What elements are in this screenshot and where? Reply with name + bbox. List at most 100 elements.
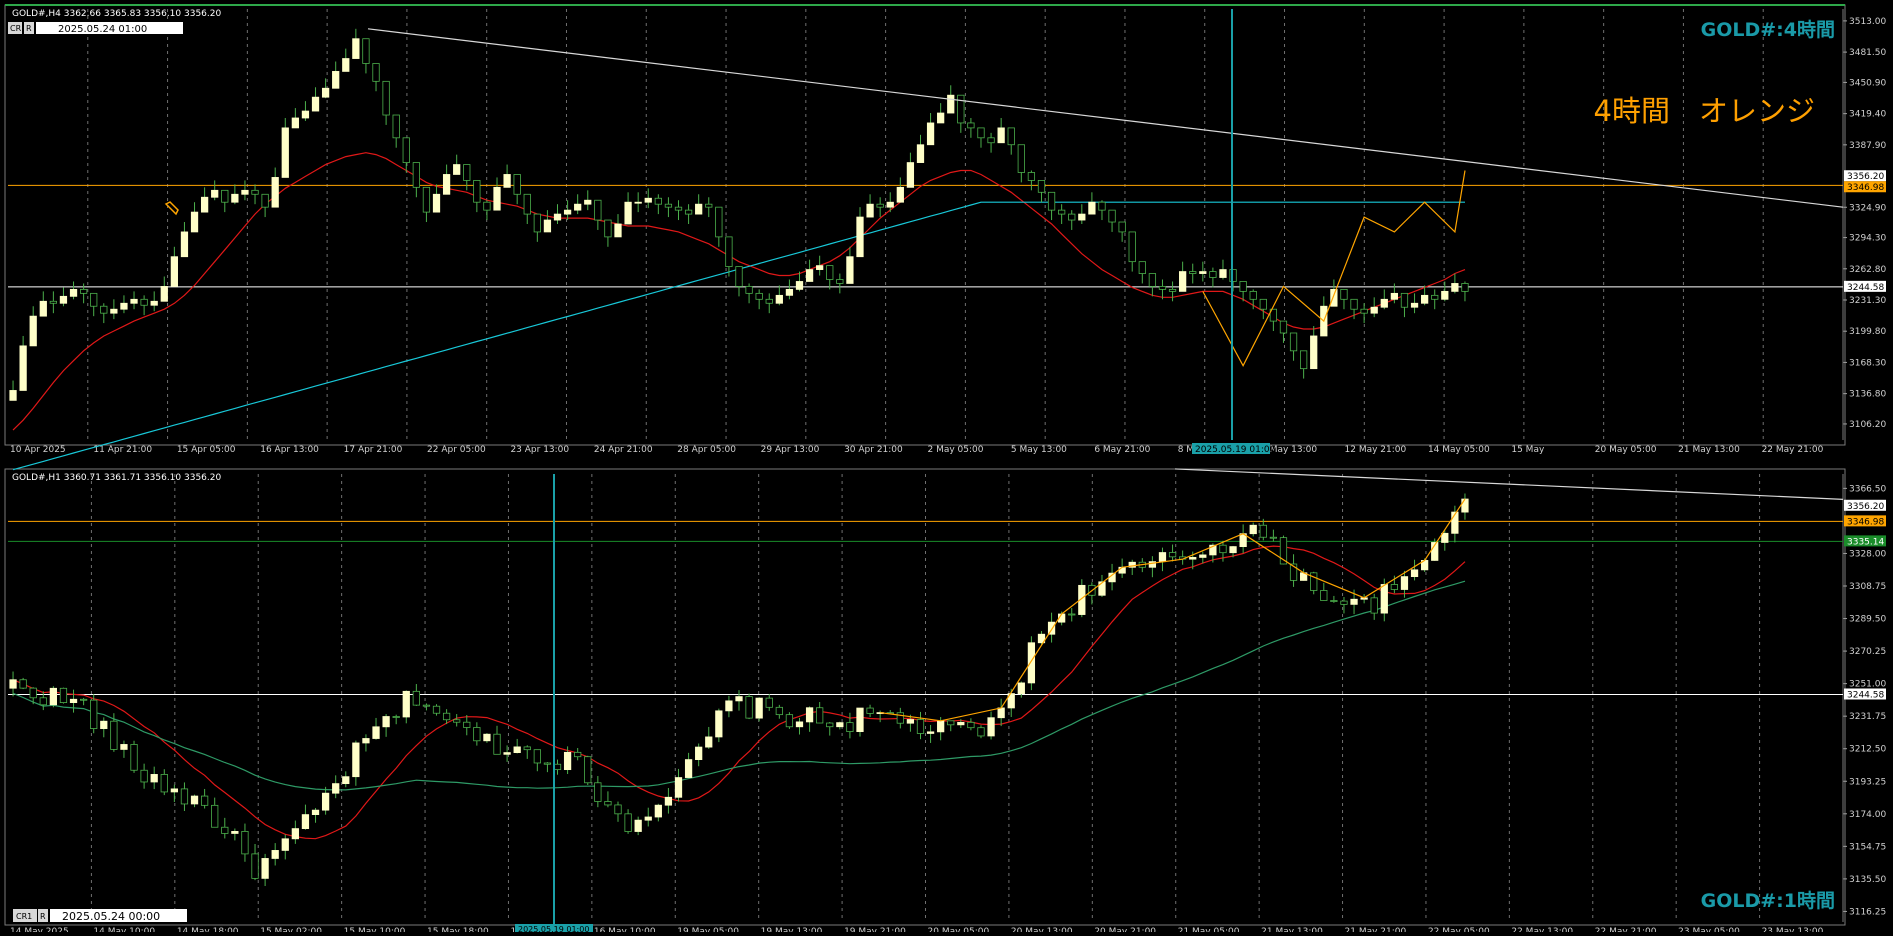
bear-candle [523,193,531,215]
bull-candle [846,256,854,284]
bear-candle [463,164,471,181]
bear-candle [684,209,693,215]
bull-candle [271,177,279,208]
bear-candle [1118,221,1126,233]
bear-candle [594,782,602,802]
bull-candle [241,189,249,195]
x-axis-tick-label: 22 May 05:00 [1428,927,1490,932]
bull-candle [795,281,804,290]
bull-candle [180,231,189,258]
bull-candle [816,265,824,270]
bear-candle [483,201,491,211]
bull-candle [937,112,945,124]
x-axis-tick-label: 21 May 13:00 [1678,445,1740,455]
bear-candle [826,265,834,280]
bull-candle [271,850,279,859]
x-axis-tick-label: 19 May 21:00 [844,927,906,932]
bull-candle [29,315,37,347]
bull-candle [543,219,552,233]
bear-candle [251,853,259,879]
bear-candle [775,706,783,716]
bull-candle [513,746,521,753]
bear-candle [1269,536,1278,539]
bull-candle [362,738,370,744]
y-axis-tick-label: 3481.50 [1849,48,1886,58]
bear-candle [1249,290,1257,300]
bear-candle [1209,271,1217,278]
bull-candle [493,186,501,211]
bear-candle [1158,286,1167,290]
bear-candle [916,719,925,734]
bull-candle [775,294,783,304]
price-label-text: 3335.14 [1847,537,1884,547]
bull-candle [503,752,511,755]
bull-candle [886,201,894,208]
bear-candle [765,298,773,304]
bear-candle [553,763,562,771]
y-axis-tick-label: 3193.25 [1849,777,1886,787]
bull-candle [1249,524,1257,535]
bull-candle [19,345,27,391]
y-axis-tick-label: 3231.75 [1849,712,1886,722]
x-axis-tick-label: 20 May 05:00 [1595,445,1657,455]
x-axis-tick-label: 15 May 02:00 [260,927,322,932]
crosshair-label: 2025.05.19 01:00 [518,925,589,932]
bull-candle [926,122,935,146]
bull-candle [1410,302,1419,308]
bear-candle [1189,271,1197,274]
bear-candle [453,719,461,723]
bull-candle [311,809,320,815]
bear-candle [211,804,219,828]
bull-candle [342,58,350,72]
x-axis-tick-label: 21 May 13:00 [1261,927,1323,932]
bear-candle [614,804,622,815]
bull-candle [130,298,138,304]
bear-candle [765,697,773,708]
bull-candle [170,788,178,793]
bull-candle [1330,288,1338,307]
bull-candle [1219,269,1227,278]
x-axis-tick-label: 20 May 05:00 [928,927,990,932]
y-axis-tick-label: 3270.25 [1849,647,1886,657]
x-axis-tick-label: 19 May 13:00 [761,927,823,932]
bull-candle [725,700,733,712]
x-axis-tick-label: 23 Apr 13:00 [510,445,569,455]
bear-candle [1098,201,1106,211]
bull-candle [342,776,350,785]
bull-candle [695,746,703,761]
y-axis-tick-label: 3136.80 [1849,390,1886,400]
bull-candle [1390,292,1399,300]
bull-candle [684,759,693,778]
bull-candle [614,223,622,238]
bear-candle [987,137,995,144]
bear-candle [1279,320,1288,334]
bull-candle [1441,532,1449,543]
bear-candle [372,63,380,82]
crosshair-label: 2025.05.19 01:00 [1195,445,1276,455]
bull-candle [795,721,804,728]
bull-candle [916,144,925,163]
bear-candle [261,193,269,208]
bear-candle [49,300,57,304]
bear-candle [1259,298,1267,310]
bull-candle [483,733,491,742]
h4-cr-tag: CR1 [10,24,26,33]
bear-candle [543,762,552,765]
bull-candle [553,213,562,221]
x-axis-tick-label: 23 May 05:00 [1678,927,1740,932]
x-axis-tick-label: 22 Apr 05:00 [427,445,486,455]
y-axis-tick-label: 3135.50 [1849,875,1886,885]
y-axis-tick-label: 3387.90 [1849,141,1886,151]
y-axis-tick-label: 3366.50 [1849,484,1886,494]
bull-candle [563,209,572,215]
bear-candle [745,696,753,719]
bear-candle [1239,281,1247,292]
x-axis-tick-label: 11 Apr 21:00 [93,445,152,455]
bear-candle [957,94,965,124]
x-axis-tick-label: 21 May 21:00 [1345,927,1407,932]
bull-candle [160,286,168,302]
bull-candle [644,816,652,821]
bear-candle [412,690,420,706]
bull-candle [906,719,915,724]
bear-candle [1340,288,1348,300]
